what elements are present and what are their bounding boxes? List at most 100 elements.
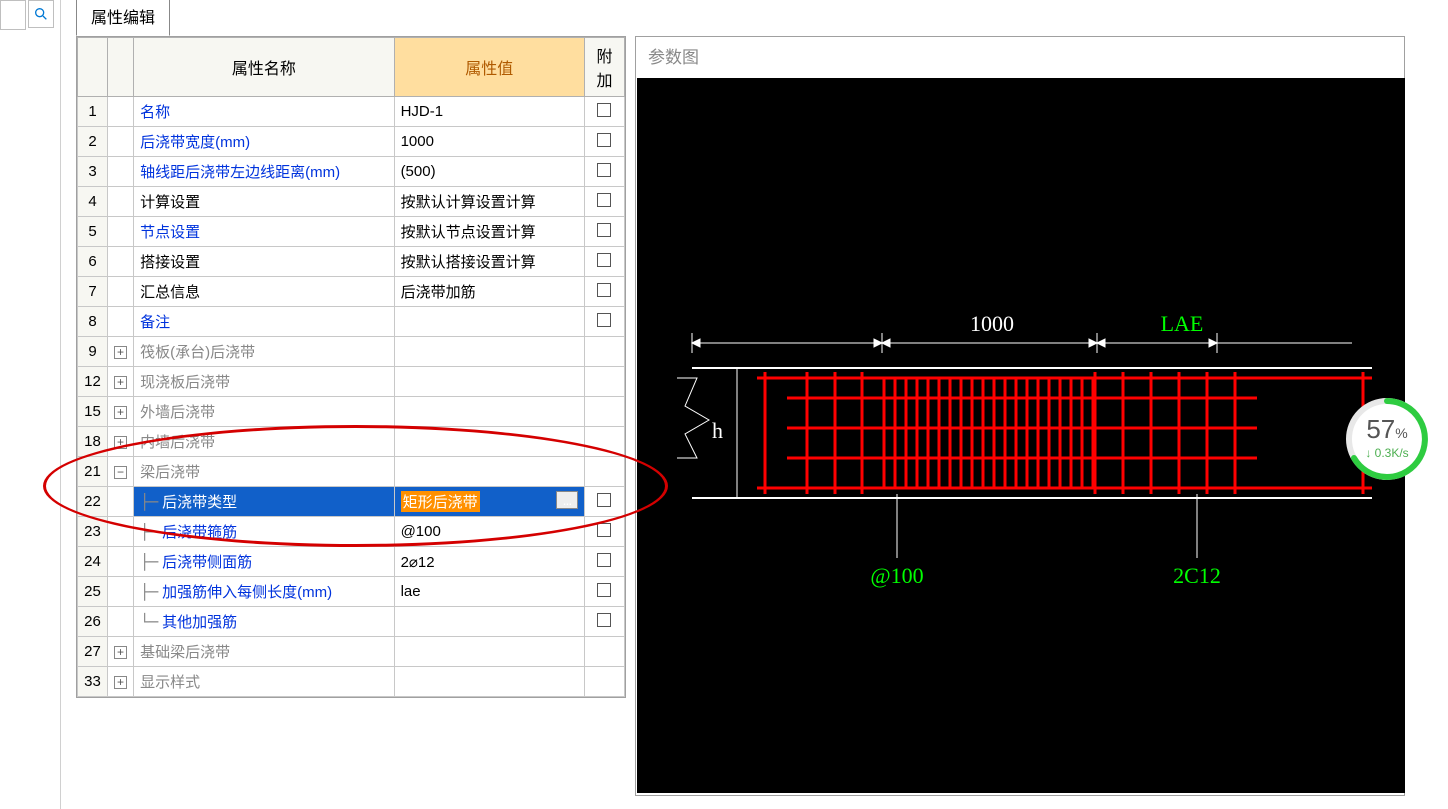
expand-icon[interactable]: + xyxy=(114,406,127,419)
checkbox[interactable] xyxy=(597,553,611,567)
attach-cell[interactable] xyxy=(584,127,624,157)
attach-cell[interactable] xyxy=(584,607,624,637)
attach-cell[interactable] xyxy=(584,547,624,577)
expander-cell[interactable]: + xyxy=(108,637,134,667)
attach-cell xyxy=(584,367,624,397)
property-value[interactable]: 后浇带加筋 xyxy=(394,277,584,307)
tab-property-editor[interactable]: 属性编辑 xyxy=(76,0,170,36)
table-row[interactable]: 1名称HJD-1 xyxy=(78,97,625,127)
browse-button[interactable]: ... xyxy=(556,491,578,509)
table-row[interactable]: 3轴线距后浇带左边线距离(mm)(500) xyxy=(78,157,625,187)
checkbox[interactable] xyxy=(597,193,611,207)
expander-cell[interactable]: + xyxy=(108,367,134,397)
collapse-icon[interactable]: − xyxy=(114,466,127,479)
table-row[interactable]: 25├─加强筋伸入每侧长度(mm)lae xyxy=(78,577,625,607)
checkbox[interactable] xyxy=(597,523,611,537)
search-button[interactable] xyxy=(28,0,54,28)
property-value[interactable] xyxy=(394,427,584,457)
diagram-svg: 1000 LAE h xyxy=(637,78,1405,793)
label-sidebar: 2C12 xyxy=(1173,563,1221,588)
checkbox[interactable] xyxy=(597,103,611,117)
table-row[interactable]: 26└─其他加强筋 xyxy=(78,607,625,637)
table-row[interactable]: 22├─后浇带类型矩形后浇带... xyxy=(78,487,625,517)
property-value[interactable]: (500) xyxy=(394,157,584,187)
property-name: 计算设置 xyxy=(134,187,394,217)
checkbox[interactable] xyxy=(597,493,611,507)
attach-cell[interactable] xyxy=(584,307,624,337)
table-row[interactable]: 24├─后浇带侧面筋2⌀12 xyxy=(78,547,625,577)
checkbox[interactable] xyxy=(597,583,611,597)
expander-cell[interactable]: + xyxy=(108,397,134,427)
checkbox[interactable] xyxy=(597,253,611,267)
attach-cell[interactable] xyxy=(584,577,624,607)
property-name: 后浇带宽度(mm) xyxy=(134,127,394,157)
attach-cell[interactable] xyxy=(584,217,624,247)
attach-cell xyxy=(584,337,624,367)
expand-icon[interactable]: + xyxy=(114,646,127,659)
property-name: ├─后浇带箍筋 xyxy=(134,517,394,547)
expand-icon[interactable]: + xyxy=(114,346,127,359)
expand-icon[interactable]: + xyxy=(114,436,127,449)
property-name: ├─后浇带类型 xyxy=(134,487,394,517)
property-value[interactable] xyxy=(394,397,584,427)
property-value[interactable]: 按默认搭接设置计算 xyxy=(394,247,584,277)
table-row[interactable]: 4计算设置按默认计算设置计算 xyxy=(78,187,625,217)
expand-icon[interactable]: + xyxy=(114,676,127,689)
table-row[interactable]: 7汇总信息后浇带加筋 xyxy=(78,277,625,307)
table-row[interactable]: 5节点设置按默认节点设置计算 xyxy=(78,217,625,247)
row-number: 1 xyxy=(78,97,108,127)
table-row[interactable]: 12+现浇板后浇带 xyxy=(78,367,625,397)
property-value[interactable]: 按默认计算设置计算 xyxy=(394,187,584,217)
diagram-canvas: 1000 LAE h xyxy=(637,78,1405,793)
table-row[interactable]: 9+筏板(承台)后浇带 xyxy=(78,337,625,367)
expander-cell[interactable]: + xyxy=(108,337,134,367)
expander-cell[interactable]: + xyxy=(108,427,134,457)
checkbox[interactable] xyxy=(597,133,611,147)
attach-cell[interactable] xyxy=(584,187,624,217)
expander-cell[interactable]: + xyxy=(108,667,134,697)
table-row[interactable]: 18+内墙后浇带 xyxy=(78,427,625,457)
checkbox[interactable] xyxy=(597,223,611,237)
table-row[interactable]: 27+基础梁后浇带 xyxy=(78,637,625,667)
expand-icon[interactable]: + xyxy=(114,376,127,389)
network-widget[interactable]: 57% ↓ 0.3K/s xyxy=(1344,396,1436,482)
tree-line-icon: ├─ xyxy=(140,583,158,601)
checkbox[interactable] xyxy=(597,313,611,327)
property-value[interactable]: 2⌀12 xyxy=(394,547,584,577)
table-row[interactable]: 23├─后浇带箍筋@100 xyxy=(78,517,625,547)
attach-cell[interactable] xyxy=(584,247,624,277)
attach-cell[interactable] xyxy=(584,157,624,187)
reference-diagram-panel: 参数图 1000 LAE xyxy=(635,36,1405,796)
checkbox[interactable] xyxy=(597,163,611,177)
table-row[interactable]: 8备注 xyxy=(78,307,625,337)
property-value[interactable]: 矩形后浇带... xyxy=(394,487,584,517)
table-row[interactable]: 33+显示样式 xyxy=(78,667,625,697)
property-value[interactable] xyxy=(394,337,584,367)
property-value[interactable]: lae xyxy=(394,577,584,607)
property-value[interactable]: HJD-1 xyxy=(394,97,584,127)
attach-cell[interactable] xyxy=(584,517,624,547)
property-value[interactable]: @100 xyxy=(394,517,584,547)
attach-cell[interactable] xyxy=(584,97,624,127)
property-value[interactable] xyxy=(394,367,584,397)
property-value[interactable]: 1000 xyxy=(394,127,584,157)
property-value[interactable] xyxy=(394,607,584,637)
property-value[interactable] xyxy=(394,637,584,667)
checkbox[interactable] xyxy=(597,283,611,297)
expander-cell[interactable]: − xyxy=(108,457,134,487)
checkbox[interactable] xyxy=(597,613,611,627)
attach-cell[interactable] xyxy=(584,487,624,517)
property-value[interactable] xyxy=(394,457,584,487)
table-row[interactable]: 6搭接设置按默认搭接设置计算 xyxy=(78,247,625,277)
table-row[interactable]: 15+外墙后浇带 xyxy=(78,397,625,427)
expander-cell xyxy=(108,517,134,547)
label-stirrup: @100 xyxy=(870,563,923,588)
property-name: 搭接设置 xyxy=(134,247,394,277)
table-row[interactable]: 2后浇带宽度(mm)1000 xyxy=(78,127,625,157)
attach-cell[interactable] xyxy=(584,277,624,307)
property-value[interactable] xyxy=(394,307,584,337)
property-value[interactable] xyxy=(394,667,584,697)
search-input[interactable] xyxy=(0,0,26,30)
table-row[interactable]: 21−梁后浇带 xyxy=(78,457,625,487)
property-value[interactable]: 按默认节点设置计算 xyxy=(394,217,584,247)
